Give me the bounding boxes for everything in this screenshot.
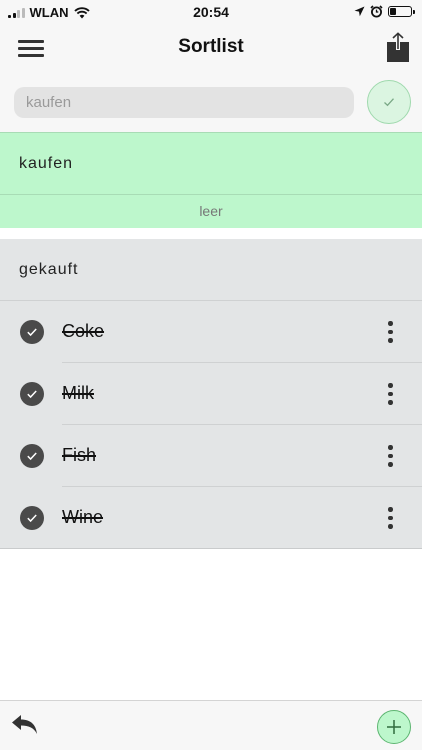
status-bar-right <box>354 5 415 18</box>
item-label: Milk <box>62 383 94 403</box>
checkmark-icon <box>27 452 37 461</box>
item-input[interactable] <box>14 87 354 118</box>
item-label: Fish <box>62 445 97 465</box>
alarm-icon <box>370 5 383 18</box>
add-item-row <box>0 72 422 132</box>
list-item[interactable]: Milk <box>0 363 422 425</box>
checked-checkbox[interactable] <box>20 506 44 530</box>
item-label: Coke <box>62 321 105 341</box>
nav-bar: Sortlist <box>0 24 422 72</box>
list-item[interactable]: Coke <box>0 301 422 363</box>
more-options-icon[interactable] <box>386 321 394 343</box>
checked-checkbox[interactable] <box>20 320 44 344</box>
location-icon <box>354 6 365 17</box>
checkmark-icon <box>27 514 37 523</box>
bottom-toolbar <box>0 700 422 750</box>
item-label: Wine <box>62 507 104 527</box>
bought-title: gekauft <box>19 261 79 278</box>
bought-section: gekauft Coke Milk Fish Wine <box>0 239 422 549</box>
share-icon[interactable] <box>386 32 412 64</box>
checkmark-icon <box>27 328 37 337</box>
list-item[interactable]: Fish <box>0 425 422 487</box>
to-buy-title: kaufen <box>19 155 74 172</box>
to-buy-empty-state: leer <box>0 194 422 228</box>
checked-checkbox[interactable] <box>20 444 44 468</box>
page-title: Sortlist <box>178 36 244 57</box>
list-item[interactable]: Wine <box>0 487 422 549</box>
checkmark-icon <box>27 390 37 399</box>
add-item-button[interactable] <box>377 710 411 744</box>
more-options-icon[interactable] <box>386 383 394 405</box>
battery-icon <box>388 6 415 17</box>
more-options-icon[interactable] <box>386 507 394 529</box>
confirm-button[interactable] <box>367 80 411 124</box>
bought-section-header: gekauft <box>0 239 422 301</box>
status-bar: WLAN 20:54 <box>0 0 422 24</box>
undo-icon[interactable] <box>10 713 40 737</box>
checked-checkbox[interactable] <box>20 382 44 406</box>
checkmark-icon <box>384 98 394 107</box>
more-options-icon[interactable] <box>386 445 394 467</box>
plus-icon <box>387 720 401 734</box>
to-buy-section-header: kaufen <box>0 132 422 194</box>
